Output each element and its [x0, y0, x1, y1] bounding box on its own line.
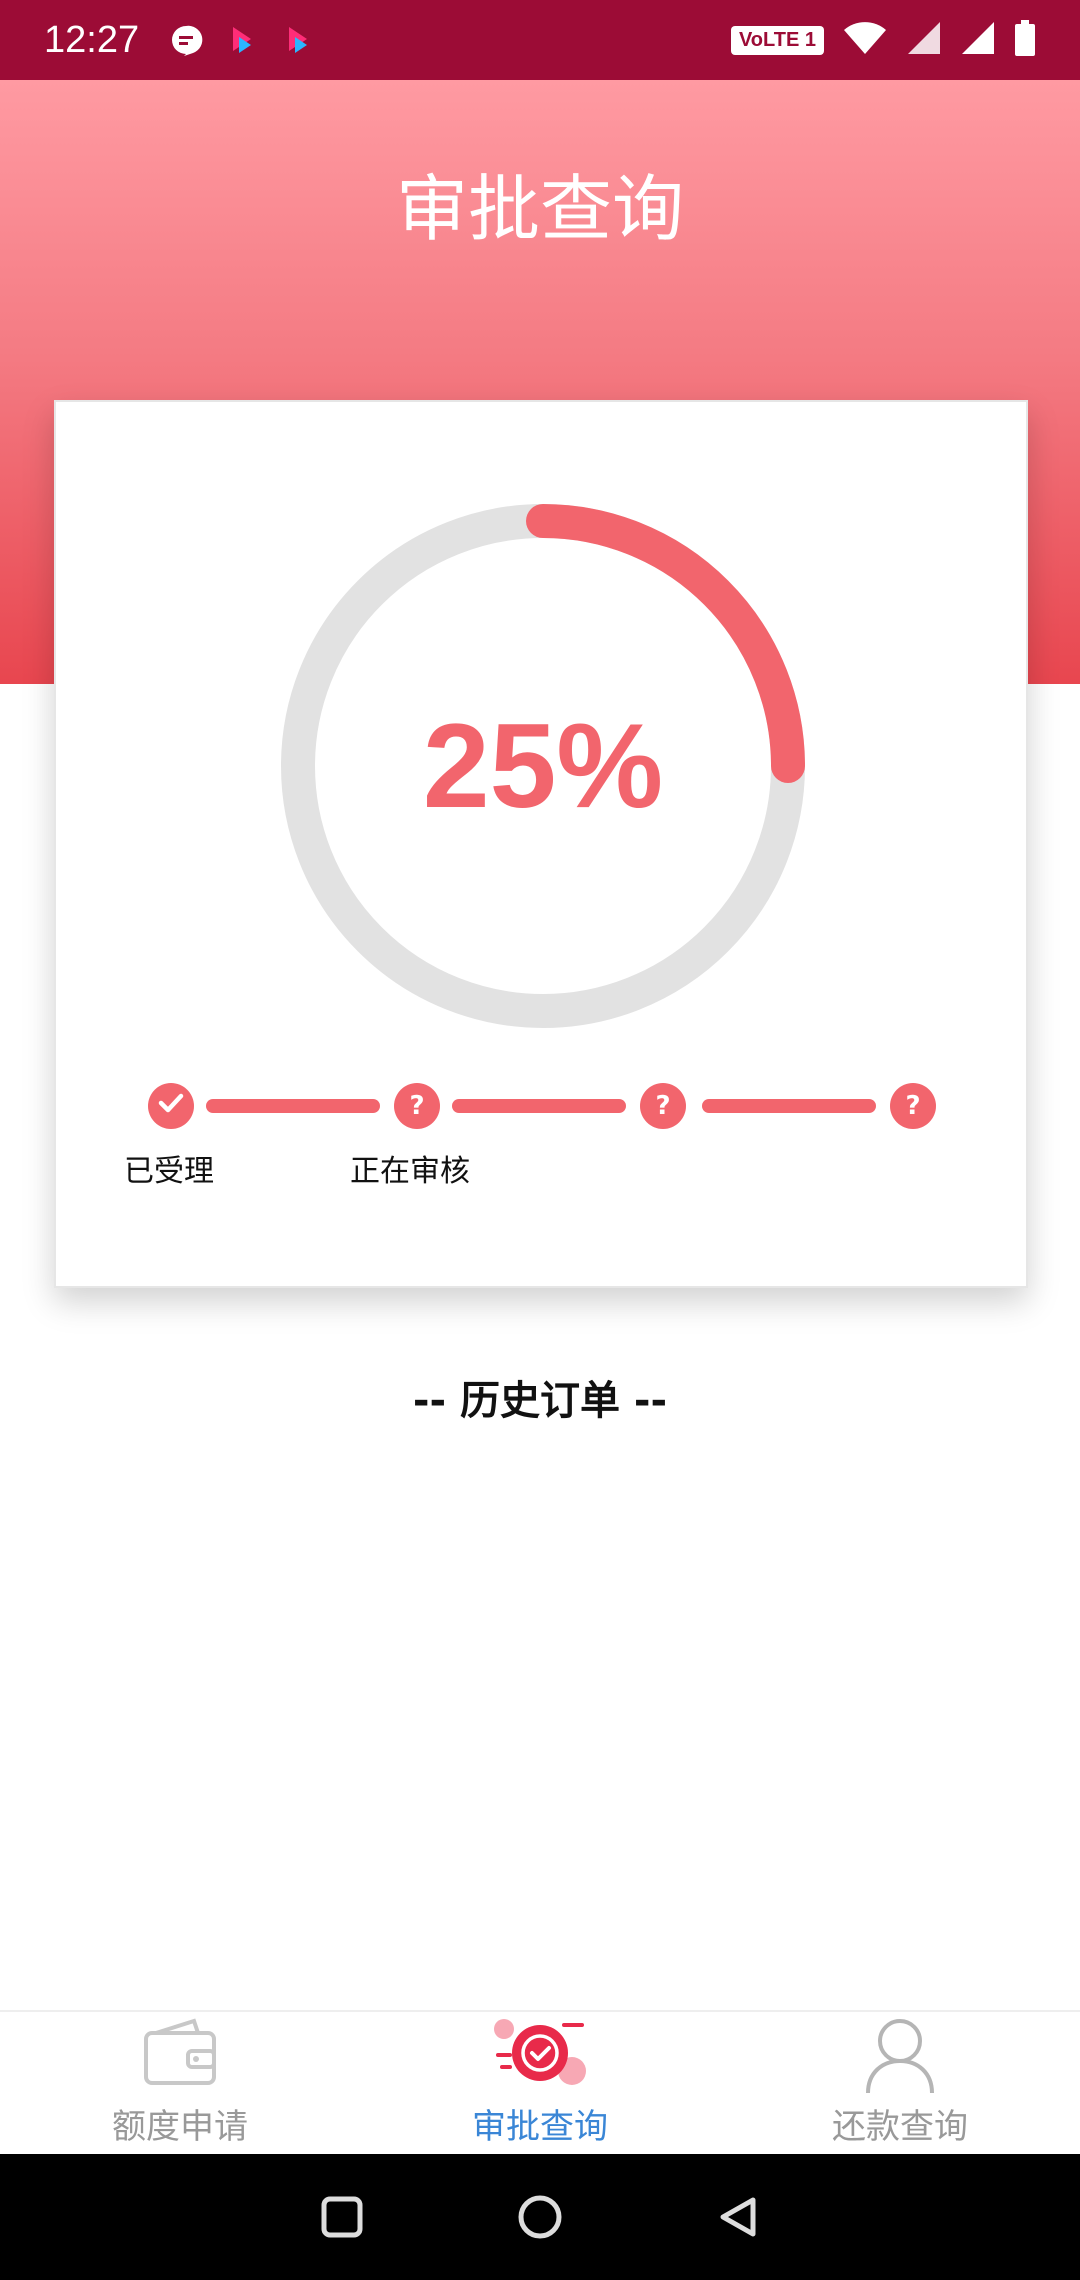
- tab-label: 审批查询: [472, 2107, 608, 2147]
- system-nav-bar: [0, 2154, 1080, 2280]
- user-icon: [866, 2019, 934, 2094]
- question-icon: ?: [655, 1091, 671, 1121]
- progress-percent: 25%: [422, 699, 664, 833]
- question-icon: ?: [409, 1091, 425, 1121]
- notification-icons: [169, 23, 315, 57]
- recents-button[interactable]: [318, 2193, 366, 2241]
- step-4-node: ?: [890, 1083, 936, 1129]
- step-connector: [206, 1099, 380, 1113]
- page-title: 审批查询: [395, 167, 684, 251]
- step-reviewing-label: 正在审核: [350, 1154, 470, 1189]
- step-connector: [452, 1099, 626, 1113]
- status-time: 12:27: [44, 18, 140, 61]
- status-indicators: VoLTE 1: [730, 20, 1036, 60]
- approval-progress-card: 25% ? ? ? 已受理 正在审核: [54, 400, 1028, 1288]
- approval-check-icon: [494, 2019, 586, 2085]
- status-bar: 12:27 VoLTE 1: [0, 0, 1080, 80]
- message-icon: [169, 23, 203, 57]
- tab-credit-application[interactable]: 额度申请: [0, 2012, 360, 2154]
- step-accepted-label: 已受理: [124, 1154, 214, 1189]
- tab-repayment-query[interactable]: 还款查询: [720, 2012, 1080, 2154]
- check-icon: [158, 1091, 184, 1121]
- bottom-tab-bar: 额度申请 审批查询 还款查询: [0, 2010, 1080, 2154]
- home-button[interactable]: [516, 2193, 564, 2241]
- step-3-node: ?: [640, 1083, 686, 1129]
- battery-icon: [1014, 20, 1036, 60]
- step-reviewing-node: ?: [394, 1083, 440, 1129]
- tab-label: 还款查询: [832, 2107, 968, 2147]
- screen: 12:27 VoLTE 1 审批查询 25% ? ? ? 已受理 正在审核 --…: [0, 0, 1080, 2280]
- step-accepted-node: [148, 1083, 194, 1129]
- app-icon: [225, 23, 259, 57]
- tab-approval-query[interactable]: 审批查询: [360, 2012, 720, 2154]
- app-icon: [281, 23, 315, 57]
- signal-icon: [906, 20, 942, 60]
- back-button[interactable]: [714, 2193, 762, 2241]
- wifi-icon: [842, 20, 888, 60]
- volte-badge: VoLTE 1: [730, 25, 824, 55]
- question-icon: ?: [905, 1091, 921, 1121]
- step-connector: [702, 1099, 876, 1113]
- wallet-icon: [144, 2018, 216, 2085]
- history-orders-title: -- 历史订单 --: [412, 1378, 668, 1424]
- tab-label: 额度申请: [112, 2107, 248, 2147]
- signal-icon: [960, 20, 996, 60]
